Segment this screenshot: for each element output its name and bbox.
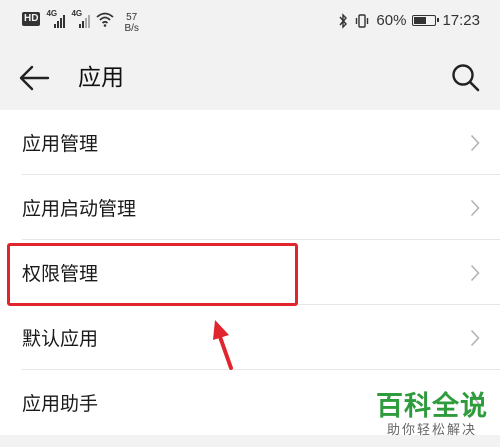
status-bar: HD 4G 4G 57 B/s 60% 17:23 — [0, 0, 500, 42]
status-bar-left: HD 4G 4G 57 B/s — [22, 9, 139, 34]
search-button[interactable] — [450, 62, 482, 94]
signal-2-network-tag: 4G — [71, 9, 83, 18]
network-speed: 57 B/s — [124, 12, 138, 34]
battery-icon — [412, 15, 440, 26]
network-speed-value: 57 — [126, 12, 138, 23]
chevron-right-icon — [470, 329, 480, 347]
chevron-right-icon — [470, 394, 480, 412]
clock: 17:23 — [442, 12, 480, 29]
battery-fill — [414, 17, 426, 24]
search-icon — [452, 64, 480, 92]
list-item-label: 应用管理 — [22, 133, 99, 155]
list-item-app-management[interactable]: 应用管理 — [0, 110, 500, 175]
hd-badge: HD — [22, 12, 41, 26]
chevron-right-icon — [470, 264, 480, 282]
back-button[interactable] — [18, 62, 54, 94]
list-item-permission-management[interactable]: 权限管理 — [0, 240, 500, 305]
cellular-signal-1-icon: 4G — [46, 9, 66, 28]
bluetooth-icon — [339, 12, 348, 29]
app-bar: 应用 — [0, 42, 500, 110]
chevron-right-icon — [470, 199, 480, 217]
cellular-signal-2-icon: 4G — [71, 9, 91, 28]
settings-list: 应用管理 应用启动管理 权限管理 默认应用 应用助手 — [0, 110, 500, 435]
back-arrow-icon — [19, 65, 50, 91]
list-item-label: 应用启动管理 — [22, 198, 137, 220]
wifi-icon — [96, 12, 115, 27]
status-bar-right: 60% 17:23 — [338, 12, 480, 29]
network-speed-unit: B/s — [124, 23, 139, 34]
list-item-default-apps[interactable]: 默认应用 — [0, 305, 500, 370]
list-item-label: 应用助手 — [22, 393, 99, 415]
signal-1-network-tag: 4G — [46, 9, 58, 18]
list-item-label: 权限管理 — [22, 263, 99, 285]
battery-percent: 60% — [376, 12, 407, 29]
list-item-app-assistant[interactable]: 应用助手 — [0, 370, 500, 435]
list-item-label: 默认应用 — [22, 328, 99, 350]
page-title: 应用 — [78, 65, 124, 91]
list-item-app-launch-management[interactable]: 应用启动管理 — [0, 175, 500, 240]
vibrate-icon — [356, 13, 369, 28]
chevron-right-icon — [470, 134, 480, 152]
